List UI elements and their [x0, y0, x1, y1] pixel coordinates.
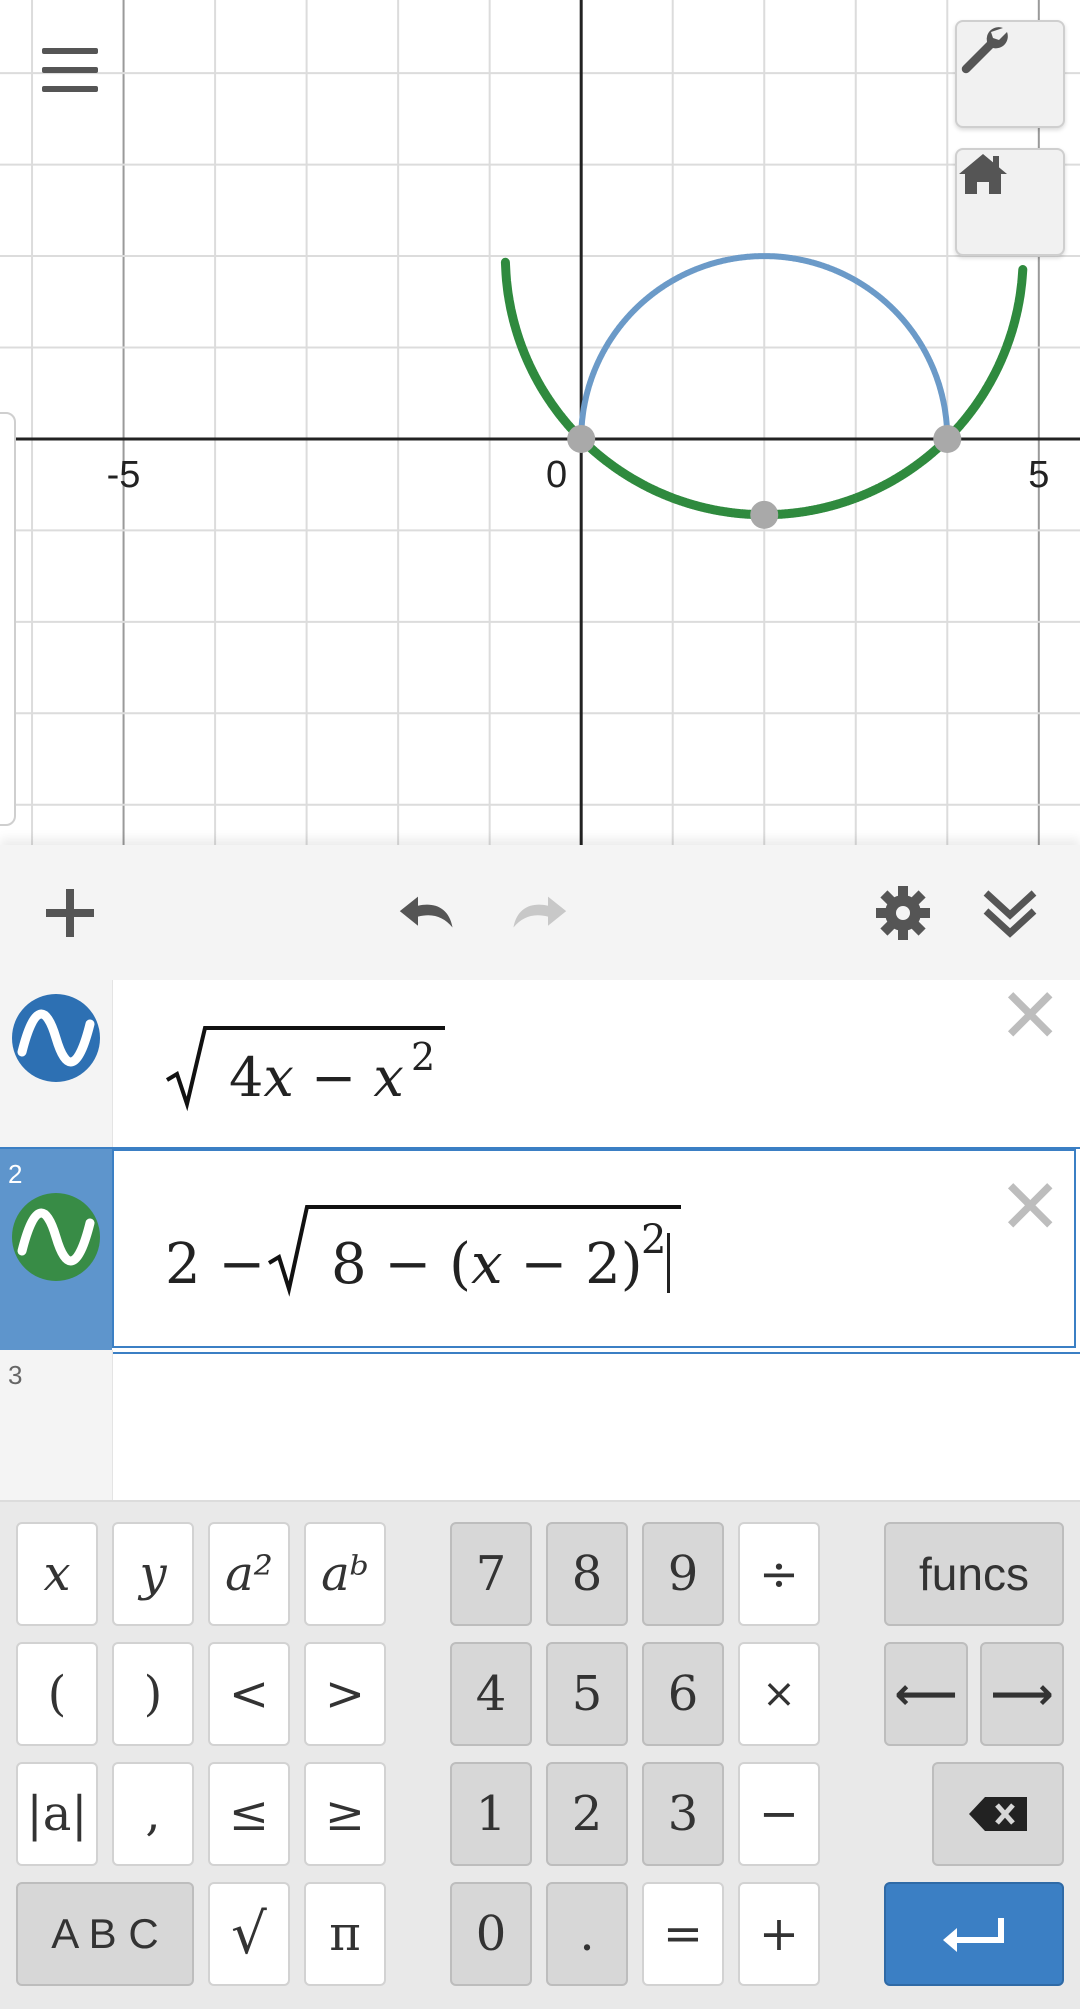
- key-5[interactable]: 5: [546, 1642, 628, 1746]
- svg-text:8 − (x − 2): 8 − (x − 2): [331, 1232, 643, 1297]
- double-chevron-down-icon[interactable]: [980, 883, 1040, 943]
- graph-settings-button[interactable]: [955, 20, 1065, 128]
- expression-gutter: [0, 980, 113, 1147]
- key-close-paren[interactable]: ): [112, 1642, 194, 1746]
- key-8[interactable]: 8: [546, 1522, 628, 1626]
- curve-color-icon[interactable]: [12, 1193, 100, 1281]
- key-4[interactable]: 4: [450, 1642, 532, 1746]
- curve-color-icon[interactable]: [12, 994, 100, 1082]
- key-x[interactable]: x: [16, 1522, 98, 1626]
- key-open-paren[interactable]: (: [16, 1642, 98, 1746]
- expression-number: 3: [8, 1360, 23, 1390]
- key-multiply[interactable]: ×: [738, 1642, 820, 1746]
- home-icon: [959, 154, 1007, 194]
- intersection-point: [750, 500, 779, 529]
- key-right-arrow[interactable]: ⟶: [980, 1642, 1064, 1746]
- key-greater-equal[interactable]: ≥: [304, 1762, 386, 1866]
- enter-key[interactable]: [884, 1882, 1064, 1986]
- key-abc[interactable]: A B C: [16, 1882, 194, 1986]
- key-less-than[interactable]: <: [208, 1642, 290, 1746]
- key-sqrt[interactable]: √: [208, 1882, 290, 1986]
- svg-text:4x − x: 4x − x: [229, 1046, 404, 1109]
- svg-text:2: 2: [411, 1035, 435, 1079]
- key-absolute-value[interactable]: |a|: [16, 1762, 98, 1866]
- expression-math-1[interactable]: 4x − x 2: [165, 1018, 465, 1132]
- undo-icon[interactable]: [398, 883, 458, 943]
- expression-number: 2: [8, 1159, 23, 1189]
- key-1[interactable]: 1: [450, 1762, 532, 1866]
- expression-row-2[interactable]: 2 2 − 8 − (x − 2) 2 ✕: [0, 1147, 1080, 1354]
- x-tick-label: 0: [546, 454, 567, 496]
- key-plus[interactable]: +: [738, 1882, 820, 1986]
- svg-text:2 −: 2 −: [165, 1232, 265, 1297]
- expression-gutter: 2: [0, 1149, 112, 1352]
- key-equals[interactable]: =: [642, 1882, 724, 1986]
- key-left-arrow[interactable]: ⟵: [884, 1642, 968, 1746]
- key-2[interactable]: 2: [546, 1762, 628, 1866]
- intersection-point: [933, 424, 962, 453]
- key-decimal[interactable]: .: [546, 1882, 628, 1986]
- expression-panel-tab[interactable]: [0, 412, 16, 826]
- key-6[interactable]: 6: [642, 1642, 724, 1746]
- key-minus[interactable]: −: [738, 1762, 820, 1866]
- key-funcs[interactable]: funcs: [884, 1522, 1064, 1626]
- key-pi[interactable]: π: [304, 1882, 386, 1986]
- backspace-key[interactable]: [932, 1762, 1064, 1866]
- hamburger-icon[interactable]: [42, 48, 98, 96]
- key-3[interactable]: 3: [642, 1762, 724, 1866]
- key-less-equal[interactable]: ≤: [208, 1762, 290, 1866]
- backspace-icon: [969, 1797, 1027, 1831]
- expression-row-3[interactable]: 3: [0, 1350, 1080, 1500]
- key-0[interactable]: 0: [450, 1882, 532, 1986]
- key-a-squared[interactable]: a²: [208, 1522, 290, 1626]
- wrench-icon: [961, 27, 1008, 74]
- x-tick-label: -5: [107, 454, 141, 496]
- enter-icon: [943, 1918, 1004, 1952]
- key-9[interactable]: 9: [642, 1522, 724, 1626]
- expression-row-1[interactable]: 4x − x 2 ✕: [0, 978, 1080, 1147]
- key-greater-than[interactable]: >: [304, 1642, 386, 1746]
- expression-gutter: 3: [0, 1350, 113, 1500]
- x-tick-label: 5: [1028, 454, 1049, 496]
- graph-canvas[interactable]: -5 0 5: [0, 0, 1080, 845]
- expression-toolbar: [0, 845, 1080, 982]
- expression-math-2[interactable]: 2 − 8 − (x − 2) 2: [165, 1193, 725, 1317]
- key-y[interactable]: y: [112, 1522, 194, 1626]
- delete-expression-1-icon[interactable]: ✕: [998, 978, 1062, 1054]
- home-button[interactable]: [955, 148, 1065, 256]
- redo-icon[interactable]: [508, 883, 568, 943]
- key-7[interactable]: 7: [450, 1522, 532, 1626]
- expression-list: 4x − x 2 ✕ 2 2 − 8 − (x − 2) 2 ✕ 3: [0, 978, 1080, 1500]
- key-divide[interactable]: ÷: [738, 1522, 820, 1626]
- svg-text:2: 2: [641, 1217, 666, 1263]
- key-a-power-b[interactable]: aᵇ: [304, 1522, 386, 1626]
- intersection-point: [567, 424, 596, 453]
- math-keypad: x y a² aᵇ ( ) < > |a| , ≤ ≥ A B C √ π 7 …: [0, 1500, 1080, 2009]
- key-comma[interactable]: ,: [112, 1762, 194, 1866]
- delete-expression-2-icon[interactable]: ✕: [998, 1169, 1062, 1245]
- graph-svg[interactable]: -5 0 5: [0, 0, 1080, 845]
- plus-icon[interactable]: [40, 883, 100, 943]
- gear-icon[interactable]: [873, 883, 933, 943]
